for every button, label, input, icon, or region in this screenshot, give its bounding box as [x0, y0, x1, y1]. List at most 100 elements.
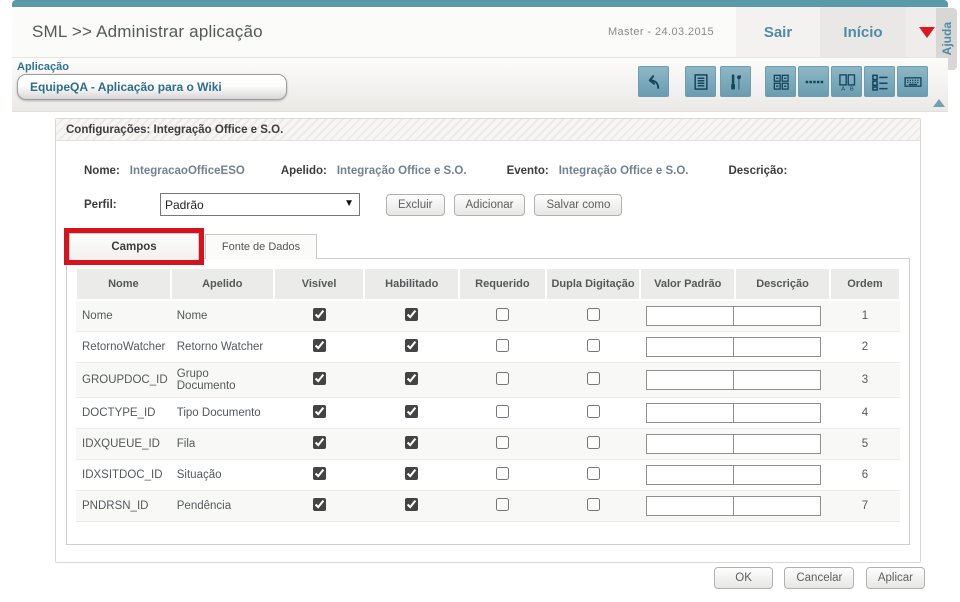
cell-apelido: Grupo Documento — [171, 362, 274, 397]
valor-padrao-input[interactable] — [646, 496, 734, 516]
habilitado-checkbox[interactable] — [405, 339, 418, 352]
valor-padrao-input[interactable] — [646, 306, 734, 326]
habilitado-checkbox[interactable] — [405, 308, 418, 321]
collapse-up-icon[interactable] — [933, 99, 945, 107]
tabs-bar: Campos Fonte de Dados — [56, 228, 920, 259]
dupla-digitacao-checkbox[interactable] — [587, 308, 600, 321]
col-requerido: Requerido — [459, 269, 546, 300]
evento-label: Evento: — [507, 165, 549, 177]
cell-ordem: 3 — [830, 362, 900, 397]
table-row: IDXSITDOC_ID Situação 6 — [76, 459, 900, 490]
valor-padrao-input[interactable] — [646, 434, 734, 454]
dupla-digitacao-checkbox[interactable] — [587, 405, 600, 418]
requerido-checkbox[interactable] — [496, 498, 509, 511]
excluir-button[interactable]: Excluir — [386, 194, 445, 216]
col-dupla-digitacao: Dupla Digitação — [546, 269, 641, 300]
checklist-icon[interactable] — [864, 66, 895, 97]
cancelar-button[interactable]: Cancelar — [784, 567, 854, 589]
habilitado-checkbox[interactable] — [405, 405, 418, 418]
visivel-checkbox[interactable] — [313, 372, 326, 385]
descricao-input[interactable] — [733, 496, 821, 516]
sair-button[interactable]: Sair — [736, 7, 820, 57]
tab-fonte-de-dados[interactable]: Fonte de Dados — [205, 234, 317, 259]
descricao-input[interactable] — [733, 306, 821, 326]
ok-button[interactable]: OK — [714, 567, 773, 589]
descricao-input[interactable] — [733, 465, 821, 485]
ajuda-label: Ajuda — [940, 22, 954, 55]
valor-padrao-input[interactable] — [646, 370, 734, 390]
col-descricao: Descrição — [735, 269, 830, 300]
habilitado-checkbox[interactable] — [405, 372, 418, 385]
application-selector-button[interactable]: EquipeQA - Aplicação para o Wiki — [17, 74, 287, 100]
tab-content: Nome Apelido Visível Habilitado Requerid… — [66, 258, 910, 545]
requerido-checkbox[interactable] — [496, 405, 509, 418]
dupla-digitacao-checkbox[interactable] — [587, 339, 600, 352]
descricao-input[interactable] — [733, 403, 821, 423]
inicio-button[interactable]: Início — [820, 7, 906, 57]
salvar-como-button[interactable]: Salvar como — [534, 194, 622, 216]
requerido-checkbox[interactable] — [496, 372, 509, 385]
cell-nome: Nome — [76, 300, 171, 332]
aplicar-button[interactable]: Aplicar — [866, 567, 925, 589]
footer-buttons: OK Cancelar Aplicar — [55, 567, 925, 589]
descricao-input[interactable] — [733, 370, 821, 390]
dupla-digitacao-checkbox[interactable] — [587, 498, 600, 511]
requerido-checkbox[interactable] — [496, 436, 509, 449]
descricao-input[interactable] — [733, 434, 821, 454]
cell-nome: IDXQUEUE_ID — [76, 428, 171, 459]
nome-value: IntegracaoOfficeESO — [130, 165, 245, 177]
dupla-digitacao-checkbox[interactable] — [587, 372, 600, 385]
tab-campos[interactable]: Campos — [69, 233, 199, 260]
tools-icon[interactable] — [720, 66, 751, 97]
red-highlight-annotation: Campos — [64, 228, 204, 265]
pages-compare-icon[interactable]: AB — [831, 66, 862, 97]
cell-ordem: 7 — [830, 490, 900, 521]
panel-title: Configurações: Integração Office e S.O. — [56, 119, 920, 141]
valor-padrao-input[interactable] — [646, 403, 734, 423]
apelido-label: Apelido: — [281, 165, 327, 177]
cell-ordem: 5 — [830, 428, 900, 459]
habilitado-checkbox[interactable] — [405, 436, 418, 449]
descricao-input[interactable] — [733, 337, 821, 357]
undo-icon[interactable] — [638, 66, 669, 97]
visivel-checkbox[interactable] — [313, 467, 326, 480]
dupla-digitacao-checkbox[interactable] — [587, 436, 600, 449]
session-info: Master - 24.03.2015 — [608, 26, 736, 38]
visivel-checkbox[interactable] — [313, 498, 326, 511]
cell-ordem: 6 — [830, 459, 900, 490]
keyboard-icon[interactable] — [897, 66, 928, 97]
cell-ordem: 2 — [830, 331, 900, 362]
red-triangle-icon — [919, 27, 935, 38]
cell-nome: DOCTYPE_ID — [76, 397, 171, 428]
dots-icon[interactable] — [798, 66, 829, 97]
cell-ordem: 4 — [830, 397, 900, 428]
col-visivel: Visível — [274, 269, 365, 300]
dupla-digitacao-checkbox[interactable] — [587, 467, 600, 480]
grid-icon[interactable] — [765, 66, 796, 97]
cell-apelido: Fila — [171, 428, 274, 459]
visivel-checkbox[interactable] — [313, 308, 326, 321]
perfil-select[interactable]: Padrão — [160, 193, 360, 216]
adicionar-button[interactable]: Adicionar — [454, 194, 526, 216]
requerido-checkbox[interactable] — [496, 467, 509, 480]
table-row: Nome Nome 1 — [76, 300, 900, 332]
habilitado-checkbox[interactable] — [405, 498, 418, 511]
valor-padrao-input[interactable] — [646, 337, 734, 357]
cell-apelido: Retorno Watcher — [171, 331, 274, 362]
cell-nome: IDXSITDOC_ID — [76, 459, 171, 490]
visivel-checkbox[interactable] — [313, 339, 326, 352]
page-title: SML >> Administrar aplicação — [12, 22, 263, 42]
requerido-checkbox[interactable] — [496, 339, 509, 352]
valor-padrao-input[interactable] — [646, 465, 734, 485]
nome-label: Nome: — [84, 165, 120, 177]
habilitado-checkbox[interactable] — [405, 467, 418, 480]
table-row: IDXQUEUE_ID Fila 5 — [76, 428, 900, 459]
visivel-checkbox[interactable] — [313, 405, 326, 418]
cell-nome: PNDRSN_ID — [76, 490, 171, 521]
cell-nome: RetornoWatcher — [76, 331, 171, 362]
col-nome: Nome — [76, 269, 171, 300]
visivel-checkbox[interactable] — [313, 436, 326, 449]
requerido-checkbox[interactable] — [496, 308, 509, 321]
col-habilitado: Habilitado — [364, 269, 459, 300]
report-icon[interactable] — [685, 66, 716, 97]
